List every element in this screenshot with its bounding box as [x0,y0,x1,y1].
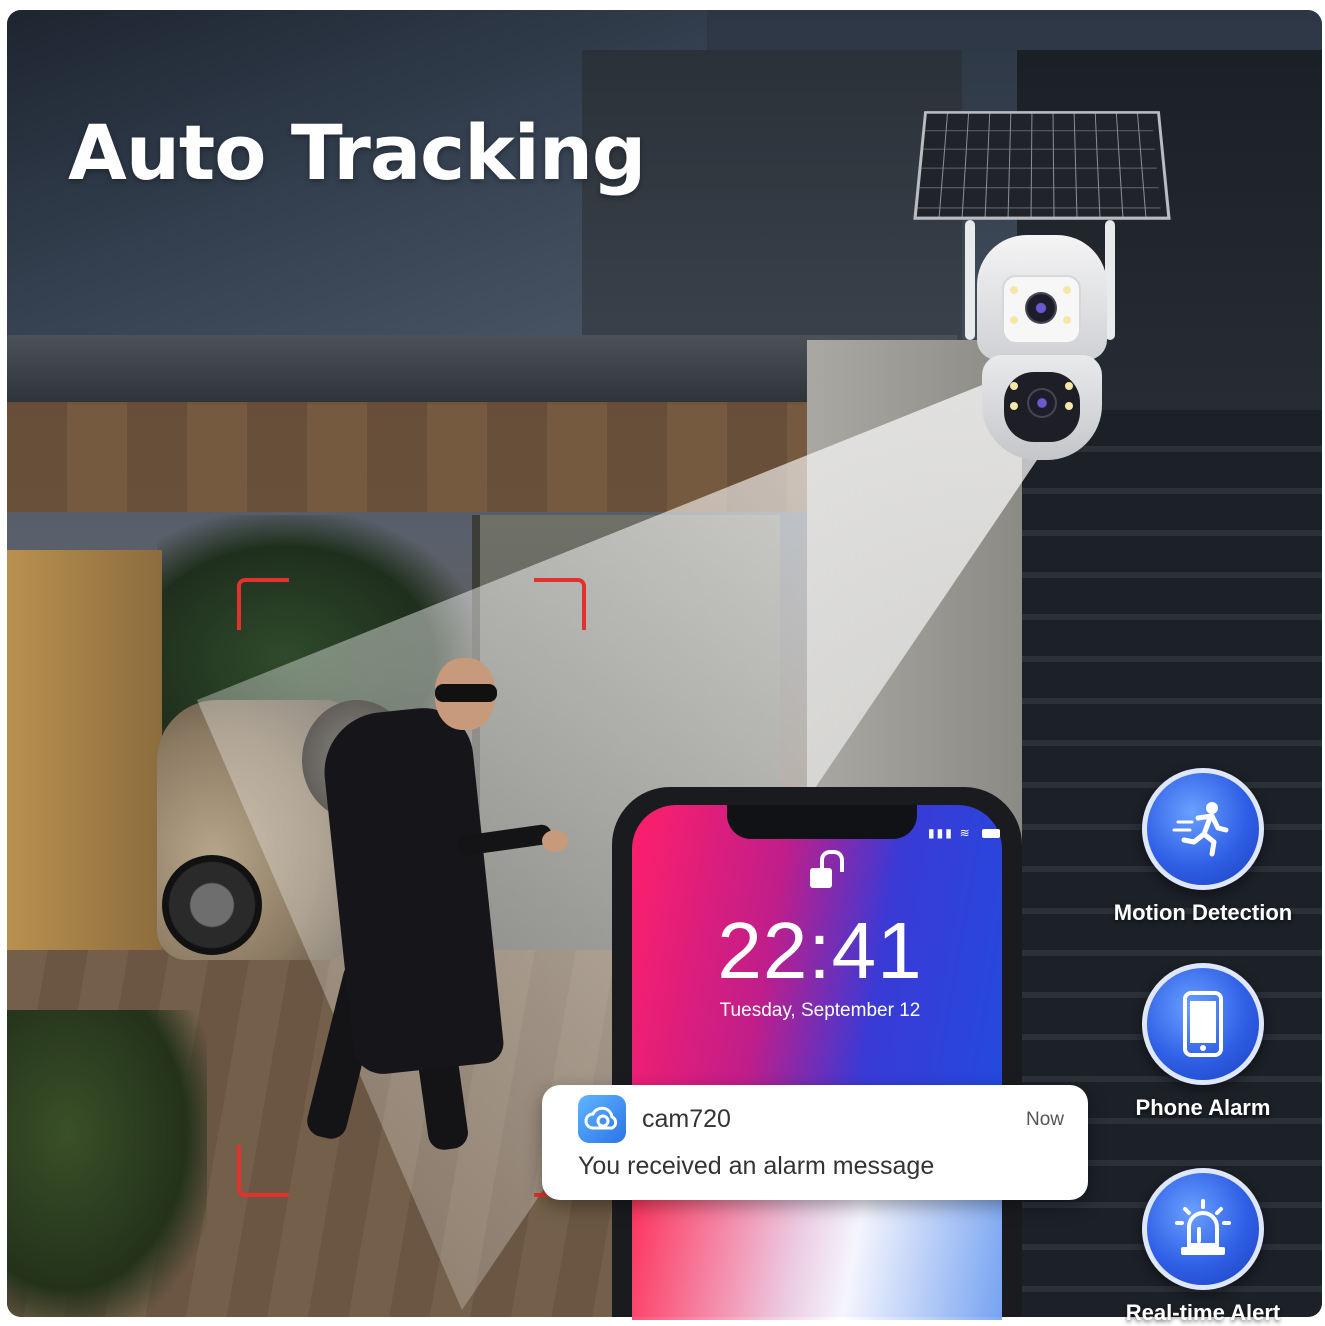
notification-message: You received an alarm message [578,1152,935,1180]
headline: Auto Tracking [68,108,646,197]
tracking-frame-corner [237,578,289,630]
lock-screen-time: 22:41 [717,906,923,995]
tracking-frame-corner [534,578,586,630]
ir-led [1063,316,1071,324]
status-bar: ▮▮▮ ≋ [928,826,1000,840]
ir-led [1010,316,1018,324]
bushes [7,1010,207,1317]
alarm-siren-icon [1142,1168,1264,1290]
feature-label: Real-time Alert [1125,1300,1281,1325]
wifi-icon: ≋ [959,826,972,840]
feature-motion-detection: Motion Detection [1098,768,1308,926]
antenna-left [965,220,975,340]
solar-panel-grid [917,113,1161,211]
feature-phone-alarm: Phone Alarm [1098,963,1308,1121]
notification-app-name: cam720 [642,1105,731,1133]
ir-led [1063,286,1071,294]
carport-ceiling [7,402,807,512]
notification-time: Now [1025,1109,1064,1130]
smartphone-icon [1142,963,1264,1085]
ir-led [1010,402,1018,410]
battery-icon [981,829,1000,838]
ir-led [1065,402,1073,410]
feature-label: Phone Alarm [1135,1095,1271,1120]
ir-led [1065,382,1073,390]
camera-lens-upper [1025,292,1057,324]
ir-led [1010,382,1018,390]
thief-mask [435,684,497,702]
feature-label: Motion Detection [1113,900,1293,925]
camera-lens-lower [1027,388,1057,418]
signal-icon: ▮▮▮ [928,826,954,840]
lock-screen-date: Tuesday, September 12 [719,1000,921,1021]
cloud-camera-icon [578,1095,626,1143]
unlock-icon [810,850,844,890]
phone-notch [727,805,917,839]
feature-real-time-alert: Real-time Alert [1098,1168,1308,1326]
ir-led [1010,286,1018,294]
car-wheel [162,855,262,955]
thief-hand [542,830,568,852]
alarm-notification[interactable]: cam720 Now You received an alarm message [542,1085,1088,1200]
running-person-icon [1142,768,1264,890]
tracking-frame-corner [237,1145,289,1197]
